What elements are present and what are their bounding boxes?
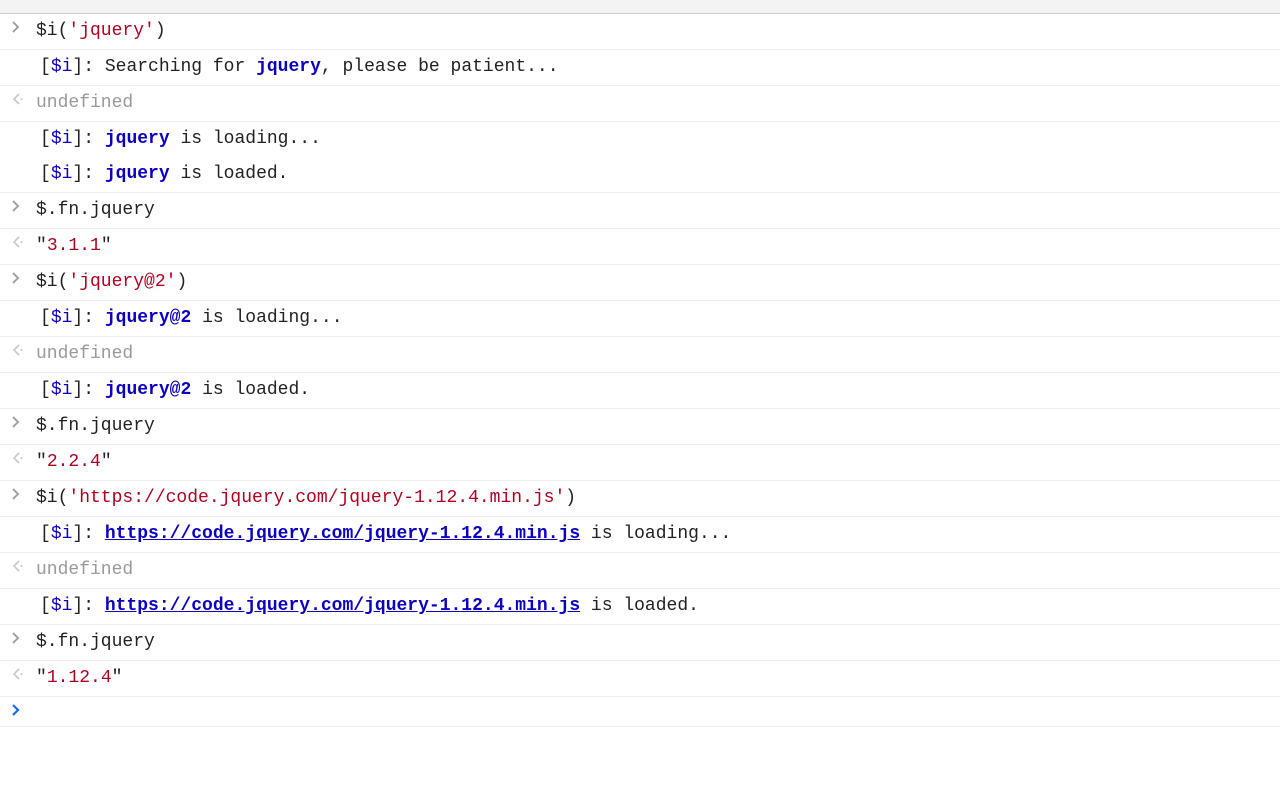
input-arrow-icon — [6, 413, 36, 429]
console-row-info: [$i]: https://code.jquery.com/jquery-1.1… — [0, 517, 1280, 553]
console-text: $i('jquery') — [36, 18, 1280, 45]
output-arrow-icon — [6, 341, 36, 357]
console-text: [$i]: https://code.jquery.com/jquery-1.1… — [36, 521, 1280, 548]
console-row-output: "3.1.1" — [0, 229, 1280, 265]
console-row-input: $.fn.jquery — [0, 193, 1280, 229]
console-row-output: undefined — [0, 86, 1280, 122]
console-text: "2.2.4" — [36, 449, 1280, 476]
console-text: "1.12.4" — [36, 665, 1280, 692]
output-arrow-icon — [6, 665, 36, 681]
console-text: [$i]: jquery@2 is loaded. — [36, 377, 1280, 404]
input-arrow-icon — [6, 269, 36, 285]
output-arrow-icon — [6, 557, 36, 573]
console-row-prompt[interactable] — [0, 697, 1280, 727]
input-arrow-icon — [6, 485, 36, 501]
console-text: $.fn.jquery — [36, 413, 1280, 440]
console-row-input: $.fn.jquery — [0, 409, 1280, 445]
console-row-input: $i('jquery@2') — [0, 265, 1280, 301]
input-arrow-icon — [6, 197, 36, 213]
console-row-info: [$i]: jquery@2 is loaded. — [0, 373, 1280, 409]
console-text: [$i]: Searching for jquery, please be pa… — [36, 54, 1280, 81]
input-arrow-icon — [6, 18, 36, 34]
output-arrow-icon — [6, 90, 36, 106]
console-output: $i('jquery') [$i]: Searching for jquery, … — [0, 14, 1280, 727]
console-row-info: [$i]: jquery@2 is loading... — [0, 301, 1280, 337]
console-row-output: "1.12.4" — [0, 661, 1280, 697]
console-row-input: $.fn.jquery — [0, 625, 1280, 661]
console-row-info: [$i]: jquery is loaded. — [0, 157, 1280, 193]
console-row-input: $i('https://code.jquery.com/jquery-1.12.… — [0, 481, 1280, 517]
console-text: $i('jquery@2') — [36, 269, 1280, 296]
console-row-output: "2.2.4" — [0, 445, 1280, 481]
console-text: $.fn.jquery — [36, 197, 1280, 224]
input-arrow-icon — [6, 629, 36, 645]
console-text: [$i]: jquery is loading... — [36, 126, 1280, 153]
console-text: undefined — [36, 90, 1280, 117]
console-text: [$i]: https://code.jquery.com/jquery-1.1… — [36, 593, 1280, 620]
console-row-output: undefined — [0, 337, 1280, 373]
console-text: $i('https://code.jquery.com/jquery-1.12.… — [36, 485, 1280, 512]
console-row-info: [$i]: https://code.jquery.com/jquery-1.1… — [0, 589, 1280, 625]
output-arrow-icon — [6, 233, 36, 249]
console-row-info: [$i]: jquery is loading... — [0, 122, 1280, 157]
console-row-info: [$i]: Searching for jquery, please be pa… — [0, 50, 1280, 86]
console-text: [$i]: jquery@2 is loading... — [36, 305, 1280, 332]
console-row-output: undefined — [0, 553, 1280, 589]
console-text: undefined — [36, 557, 1280, 584]
console-text: "3.1.1" — [36, 233, 1280, 260]
console-text: undefined — [36, 341, 1280, 368]
devtools-toolbar — [0, 0, 1280, 14]
console-row-input: $i('jquery') — [0, 14, 1280, 50]
console-text: [$i]: jquery is loaded. — [36, 161, 1280, 188]
output-arrow-icon — [6, 449, 36, 465]
prompt-arrow-icon — [6, 701, 36, 717]
console-text: $.fn.jquery — [36, 629, 1280, 656]
